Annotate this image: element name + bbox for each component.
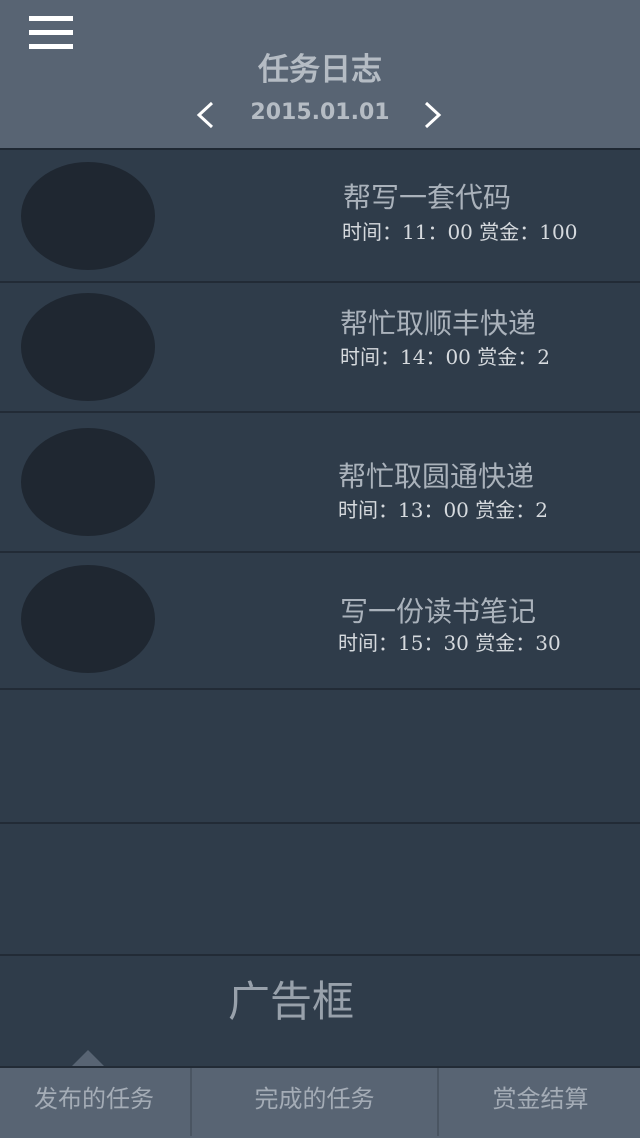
task-meta: 时间：15：30 赏金：30 <box>338 631 561 655</box>
current-date: 2015.01.01 <box>250 100 390 125</box>
ad-label: 广告框 <box>228 977 355 1026</box>
chevron-left-icon[interactable] <box>190 100 220 130</box>
empty-row <box>0 690 640 824</box>
task-row[interactable] <box>0 413 640 553</box>
task-name: 写一份读书笔记 <box>340 595 537 628</box>
page-title: 任务日志 <box>258 52 382 88</box>
task-meta: 时间：11：00 赏金：100 <box>342 220 578 244</box>
avatar <box>21 565 155 673</box>
tab-completed-tasks[interactable]: 完成的任务 <box>190 1068 437 1136</box>
menu-icon-bar <box>29 16 73 21</box>
task-name: 帮忙取圆通快递 <box>338 460 535 493</box>
chevron-right-icon[interactable] <box>418 100 448 130</box>
avatar <box>21 162 155 270</box>
tab-bar: 发布的任务 完成的任务 赏金结算 <box>0 1066 640 1138</box>
task-meta: 时间：13：00 赏金：2 <box>338 498 548 522</box>
avatar <box>21 293 155 401</box>
header: 任务日志 2015.01.01 <box>0 0 640 150</box>
task-meta: 时间：14：00 赏金：2 <box>340 345 550 369</box>
menu-icon-bar <box>29 30 73 35</box>
avatar <box>21 428 155 536</box>
active-tab-indicator <box>72 1050 104 1066</box>
tab-reward-settlement[interactable]: 赏金结算 <box>437 1068 640 1136</box>
tab-published-tasks[interactable]: 发布的任务 <box>0 1068 188 1136</box>
task-name: 帮忙取顺丰快递 <box>340 307 537 340</box>
empty-row <box>0 824 640 956</box>
task-row[interactable] <box>0 553 640 690</box>
task-name: 帮写一套代码 <box>343 181 512 214</box>
